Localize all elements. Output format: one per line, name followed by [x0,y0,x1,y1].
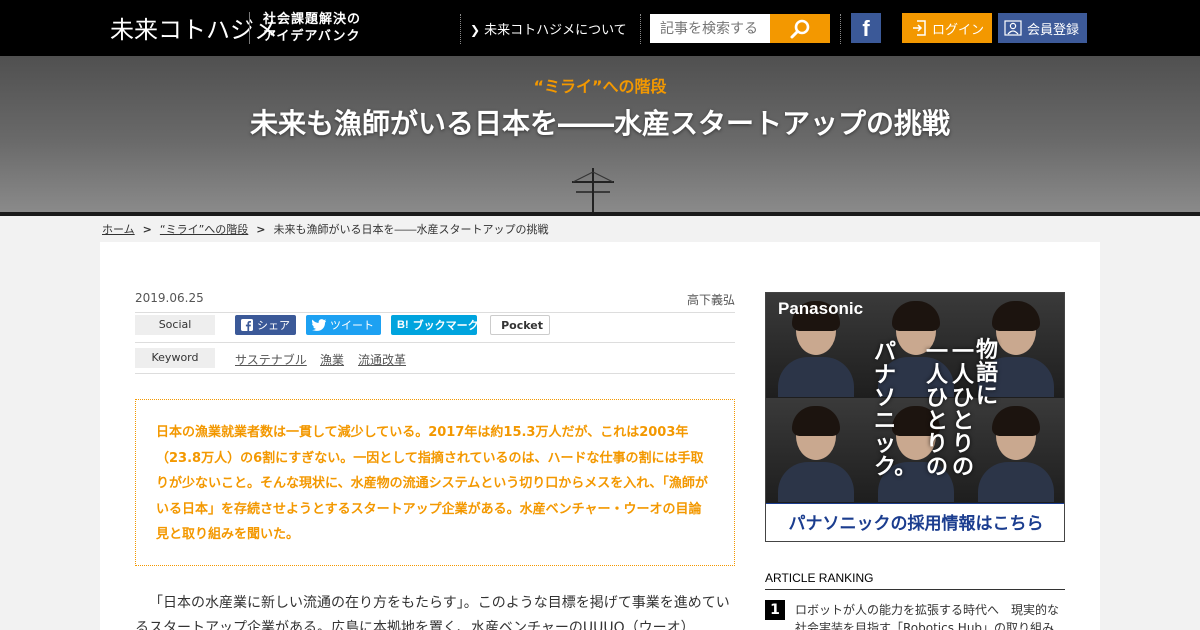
breadcrumb-category[interactable]: “ミライ”への階段 [160,223,248,236]
facebook-icon: f [862,16,870,41]
keyword-tag[interactable]: サステナブル [235,351,307,368]
facebook-icon [241,319,253,331]
pocket-button[interactable]: Pocket [490,315,550,335]
article-body-paragraph: 「日本の水産業に新しい流通の在り方をもたらす」。このような目標を掲げて事業を進め… [135,595,730,630]
breadcrumb-current: 未来も漁師がいる日本を――水産スタートアップの挑戦 [273,223,549,236]
search-input[interactable] [650,14,770,43]
header-separator [840,14,841,44]
ad-copy-column: 一人ひとりの [926,339,949,480]
facebook-share-button[interactable]: シェア [235,315,296,335]
tagline-line-1: 社会課題解決の [263,12,362,27]
twitter-share-button[interactable]: ツイート [306,315,381,335]
keyword-tag[interactable]: 漁業 [320,351,344,368]
ad-cta-banner[interactable]: パナソニックの採用情報はこちら [766,503,1064,541]
facebook-button[interactable]: f [851,13,881,43]
facebook-share-label: シェア [257,319,290,332]
top-navigation-bar: 未来コトハジメ 社会課題解決の アイデアバンク ❯未来コトハジメについて f ロ… [0,0,1200,56]
chevron-right-icon: ❯ [470,23,481,37]
panasonic-logo: Panasonic [778,299,864,318]
divider [135,373,735,374]
article-date: 2019.06.25 [135,291,204,305]
site-tagline: 社会課題解決の アイデアバンク [263,11,361,45]
ad-person-photo [766,398,866,503]
register-label: 会員登録 [1027,22,1080,38]
ad-copy-column: 一人ひとりの [952,339,975,480]
site-logo[interactable]: 未来コトハジメ [110,10,278,45]
breadcrumb-separator: > [256,223,266,236]
page-title: 未来も漁師がいる日本を――水産スタートアップの挑戦 [249,107,950,140]
twitter-icon [312,319,326,331]
keyword-label: Keyword [135,348,215,368]
breadcrumb-separator: > [142,223,152,236]
about-link-label: 未来コトハジメについて [484,23,627,38]
boat-mast-image [572,168,614,212]
article-hero: “ミライ”への階段 未来も漁師がいる日本を――水産スタートアップの挑戦 [0,56,1200,212]
divider [135,342,735,343]
twitter-share-label: ツイート [330,319,374,332]
tagline-line-2: アイデアバンク [263,29,361,44]
article-lead: 日本の漁業就業者数は一貫して減少している。2017年は約15.3万人だが、これは… [135,399,735,566]
ranking-divider [765,589,1065,590]
rank-number-badge: 1 [765,600,785,620]
divider [135,312,735,313]
ad-person-photo [966,398,1064,503]
register-button[interactable]: 会員登録 [998,13,1087,43]
header-separator [460,14,461,44]
login-button[interactable]: ログイン [902,13,992,43]
keyword-tag[interactable]: 流通改革 [358,351,406,368]
login-label: ログイン [932,22,985,38]
article-author: 高下義弘 [686,293,735,307]
social-label: Social [135,315,215,335]
ad-copy-column: パナソニック。 [874,339,917,480]
hatena-bookmark-button[interactable]: B! ブックマーク [391,315,479,335]
about-link[interactable]: ❯ 未来コトハジメについて [470,19,627,38]
breadcrumb-home[interactable]: ホーム [102,223,135,236]
user-icon [1004,20,1022,36]
search-icon [790,19,810,38]
header-separator [640,14,641,44]
ranking-heading: ARTICLE RANKING [765,571,874,585]
panasonic-recruit-ad[interactable]: Panasonic 物語に 一人ひとりの 一人ひとりの パナソニック。 パナソニ… [765,292,1065,542]
hero-bottom-border [0,212,1200,216]
logo-divider [249,12,250,44]
hatena-bookmark-label: ブックマーク [412,319,479,332]
search-button[interactable] [770,14,830,43]
ad-copy-column: 物語に [976,337,999,409]
hero-category[interactable]: “ミライ”への階段 [0,73,1200,97]
hatena-icon: B! [397,319,409,331]
pocket-label: Pocket [501,318,543,332]
ranking-article-link[interactable]: ロボットが人の能力を拡張する時代へ 現実的な社会実装を目指す「Robotics … [795,601,1065,630]
breadcrumb: ホーム > “ミライ”への階段 > 未来も漁師がいる日本を――水産スタートアップの挑戦 [102,221,549,237]
login-icon [913,20,926,36]
